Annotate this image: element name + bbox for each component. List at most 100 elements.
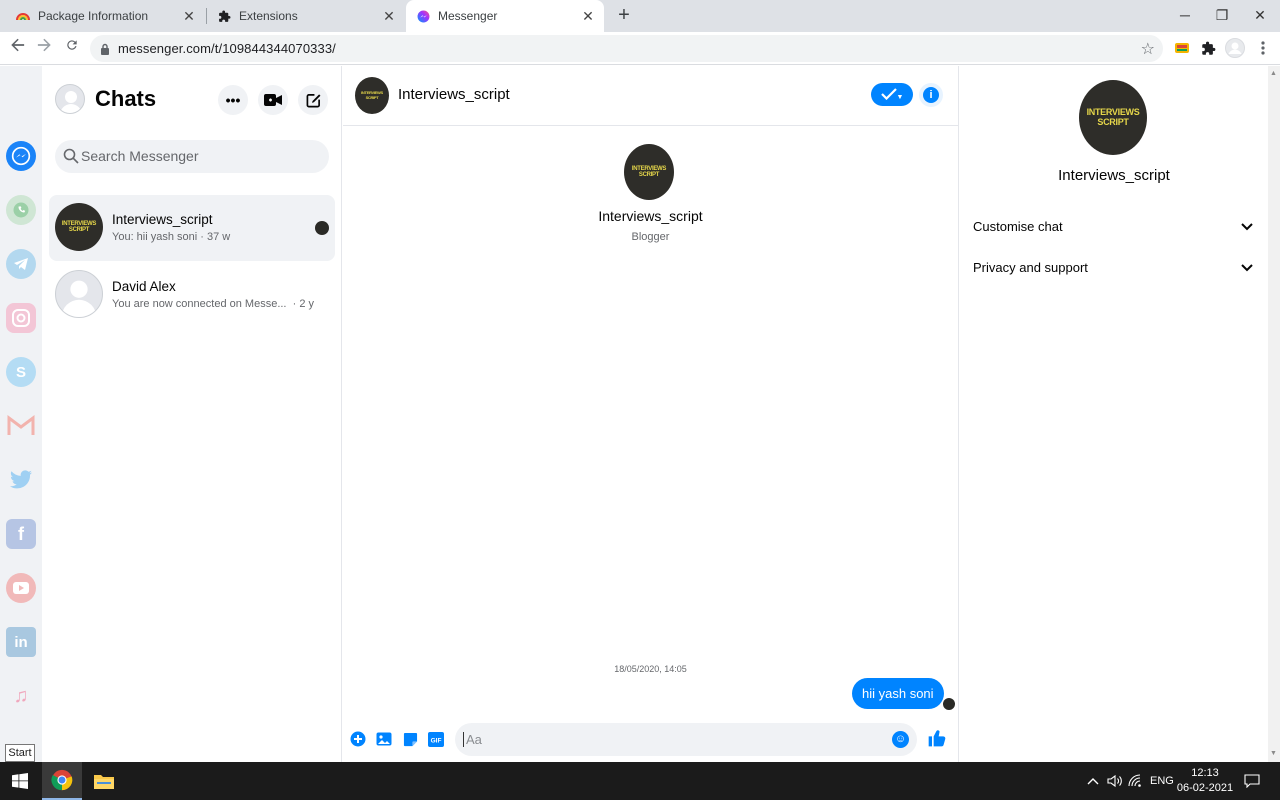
tab-label: Package Information [38, 9, 149, 23]
intro-subtitle: Blogger [631, 231, 670, 243]
read-receipt-avatar [943, 698, 955, 710]
restore-icon[interactable]: ❐ [1204, 0, 1240, 32]
chats-sidebar: Chats ••• Search Messenger INTERVIEWS SC… [42, 66, 342, 762]
conversation-preview: You are now connected on Messe... · 2 y [112, 298, 315, 310]
section-label: Customise chat [973, 219, 1063, 234]
conversation-avatar: INTERVIEWS SCRIPT [55, 203, 103, 251]
messenger-app-icon[interactable] [6, 141, 36, 171]
info-button[interactable]: i [919, 83, 943, 107]
instagram-icon[interactable] [6, 303, 36, 333]
new-message-button[interactable] [298, 85, 328, 115]
close-window-icon[interactable]: ✕ [1242, 0, 1278, 32]
chevron-down-icon: ▼ [896, 94, 904, 101]
extension-icon[interactable] [1171, 37, 1193, 59]
show-hidden-icons-icon[interactable] [1087, 762, 1099, 800]
browser-toolbar: messenger.com/t/109844344070333/ ☆ [0, 32, 1280, 65]
conversation-item-david-alex[interactable]: David Alex You are now connected on Mess… [49, 262, 335, 328]
svg-text:GIF: GIF [431, 737, 442, 744]
notifications-icon[interactable] [1244, 762, 1260, 800]
close-tab-icon[interactable]: ✕ [578, 8, 598, 25]
scroll-up-icon[interactable]: ▲ [1270, 70, 1277, 77]
facebook-icon[interactable]: f [6, 519, 36, 549]
header-name[interactable]: Interviews_script [398, 86, 510, 103]
more-actions-icon[interactable] [350, 731, 366, 747]
conversation-item-interviews-script[interactable]: INTERVIEWS SCRIPT Interviews_script You:… [49, 195, 335, 261]
browser-menu-icon[interactable] [1252, 37, 1274, 59]
gmail-icon[interactable] [6, 411, 36, 441]
section-label: Privacy and support [973, 260, 1088, 275]
language-indicator[interactable]: ENG [1150, 762, 1174, 800]
intro-name: Interviews_script [598, 208, 703, 224]
skype-icon[interactable]: S [6, 357, 36, 387]
url-text: messenger.com/t/109844344070333/ [118, 41, 336, 56]
search-placeholder: Search Messenger [81, 148, 199, 164]
telegram-icon[interactable] [6, 249, 36, 279]
music-icon[interactable]: ♫ [6, 681, 36, 711]
minimize-icon[interactable]: ─ [1167, 0, 1203, 32]
video-camera-icon [264, 94, 282, 106]
conversation-avatar [55, 270, 103, 318]
my-avatar[interactable] [55, 84, 85, 114]
like-icon[interactable] [927, 728, 949, 750]
forward-icon[interactable] [32, 36, 56, 60]
conversation-preview: You: hii yash soni · 37 w [112, 231, 231, 243]
clock-time: 12:13 [1191, 767, 1219, 779]
close-tab-icon[interactable]: ✕ [179, 8, 199, 25]
browser-tab-bar: Package Information ✕ Extensions ✕ Messe… [0, 0, 1280, 32]
emoji-icon[interactable]: ☺ [892, 731, 909, 748]
info-avatar[interactable]: INTERVIEWS SCRIPT [1079, 80, 1147, 155]
app-strip: S f in ♫ [0, 66, 42, 762]
tab-messenger[interactable]: Messenger ✕ [406, 0, 604, 32]
rainbow-icon [16, 9, 30, 23]
gif-icon[interactable]: GIF [428, 731, 444, 747]
more-icon: ••• [225, 92, 241, 108]
new-tab-icon[interactable]: + [614, 4, 634, 28]
info-icon: i [923, 87, 939, 103]
photo-icon[interactable] [376, 731, 392, 747]
twitter-icon[interactable] [6, 465, 36, 495]
file-explorer-icon[interactable] [84, 762, 124, 800]
tab-extensions[interactable]: Extensions ✕ [207, 0, 405, 32]
compose-icon [306, 93, 320, 107]
windows-start-icon[interactable] [0, 762, 40, 800]
network-icon[interactable] [1128, 762, 1142, 800]
privacy-support-section[interactable]: Privacy and support [973, 260, 1253, 284]
tab-label: Messenger [438, 9, 498, 23]
conversation-time: · 2 y [292, 298, 315, 310]
back-icon[interactable] [6, 36, 30, 60]
youtube-icon[interactable] [6, 573, 36, 603]
tab-package-information[interactable]: Package Information ✕ [0, 0, 205, 32]
puzzle-icon [217, 9, 231, 23]
conversation-name: Interviews_script [112, 212, 213, 227]
whatsapp-icon[interactable] [6, 195, 36, 225]
seen-avatar [315, 221, 329, 235]
close-tab-icon[interactable]: ✕ [379, 8, 399, 25]
linkedin-icon[interactable]: in [6, 627, 36, 657]
scroll-down-icon[interactable]: ▼ [1270, 750, 1277, 757]
message-bubble[interactable]: hii yash soni [852, 678, 944, 709]
header-avatar[interactable]: INTERVIEWS SCRIPT [355, 77, 389, 114]
bookmark-star-icon[interactable]: ☆ [1141, 39, 1155, 59]
page-scrollbar[interactable]: ▲ ▼ [1268, 66, 1280, 762]
chevron-down-icon [1241, 260, 1253, 275]
sticker-icon[interactable] [402, 731, 418, 747]
message-timestamp: 18/05/2020, 14:05 [614, 664, 687, 674]
check-icon [880, 88, 897, 101]
customise-chat-section[interactable]: Customise chat [973, 219, 1253, 243]
lock-icon [100, 42, 110, 60]
extensions-puzzle-icon[interactable] [1197, 37, 1219, 59]
reload-icon[interactable] [60, 36, 84, 60]
address-bar[interactable]: messenger.com/t/109844344070333/ ☆ [90, 35, 1163, 62]
system-clock[interactable]: 12:13 06-02-2021 [1172, 766, 1238, 796]
chats-title: Chats [95, 86, 157, 111]
message-input[interactable]: Aa ☺ [455, 723, 917, 756]
conversation-pane: INTERVIEWS SCRIPT Interviews_script ▼ i … [343, 66, 958, 762]
chrome-taskbar-icon[interactable] [42, 762, 82, 800]
profile-avatar-icon[interactable] [1224, 37, 1246, 59]
search-input[interactable]: Search Messenger [55, 140, 329, 173]
options-button[interactable]: ••• [218, 85, 248, 115]
new-video-call-button[interactable] [258, 85, 288, 115]
volume-icon[interactable] [1107, 762, 1123, 800]
checkmark-dropdown-button[interactable]: ▼ [871, 83, 913, 106]
chevron-down-icon [1241, 219, 1253, 234]
